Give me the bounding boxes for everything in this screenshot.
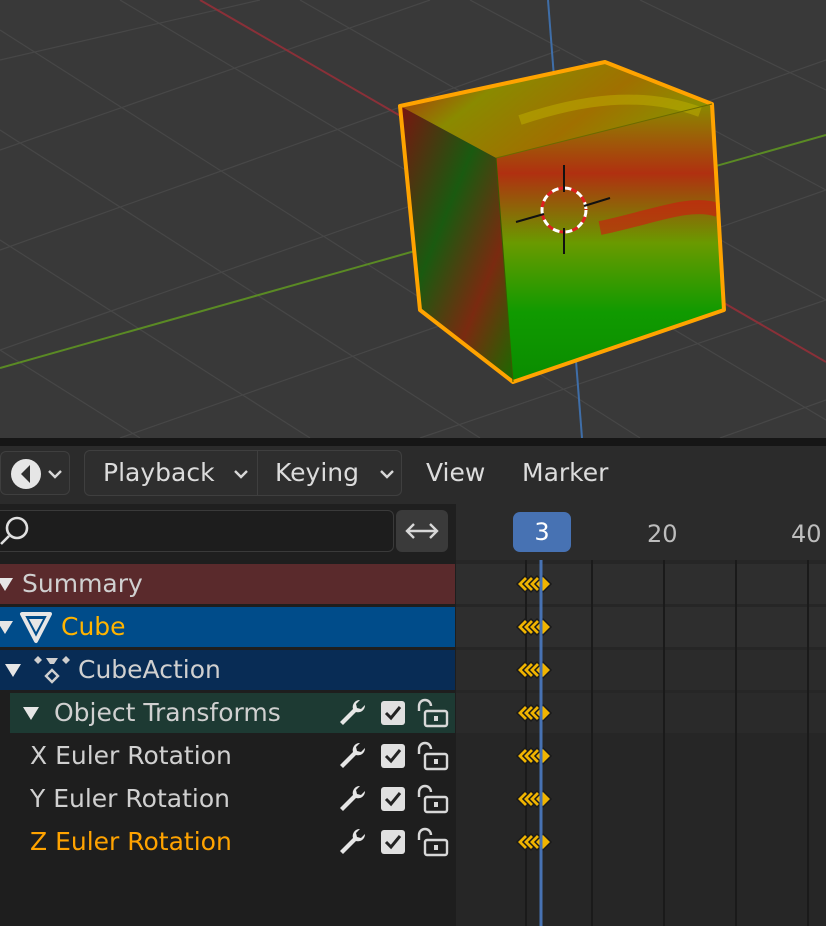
current-frame-indicator[interactable]: 3	[513, 512, 571, 552]
channel-fcurve-x-euler-rotation[interactable]: X Euler Rotation	[0, 736, 455, 776]
tick-label-20: 20	[647, 520, 678, 548]
channel-label: Summary	[22, 569, 143, 598]
menu-group: Playback Keying	[84, 450, 402, 496]
area-divider[interactable]	[0, 438, 826, 446]
channel-object-cube[interactable]: Cube	[0, 607, 455, 647]
checkbox-icon[interactable]	[380, 700, 406, 726]
channel-group-object-transforms[interactable]: Object Transforms	[10, 693, 455, 733]
frame-ruler[interactable]: 20 40	[456, 504, 826, 560]
3d-viewport[interactable]	[0, 0, 826, 438]
checkbox-icon[interactable]	[380, 829, 406, 855]
action-icon	[34, 656, 70, 684]
channel-label: Cube	[61, 612, 126, 641]
channel-label: Y Euler Rotation	[30, 784, 230, 813]
channel-search-row	[0, 504, 456, 560]
keyframe-canvas	[456, 560, 826, 926]
channel-label: Z Euler Rotation	[30, 827, 232, 856]
marker-menu[interactable]: Marker	[522, 451, 608, 495]
tick-label-40: 40	[791, 520, 822, 548]
expand-triangle-icon[interactable]	[4, 662, 22, 678]
playback-menu[interactable]: Playback	[103, 451, 215, 495]
menu-separator	[257, 451, 258, 495]
expand-triangle-icon[interactable]	[0, 576, 14, 592]
sync-visibility-button[interactable]	[396, 510, 448, 552]
channel-list: Summary Cube CubeAction Object Transform…	[0, 560, 456, 926]
channel-label: Object Transforms	[54, 698, 281, 727]
keying-menu-label: Keying	[275, 458, 359, 487]
unlock-icon[interactable]	[415, 783, 451, 815]
chevron-down-icon	[234, 470, 248, 479]
channel-action[interactable]: CubeAction	[0, 650, 455, 690]
wrench-icon[interactable]	[336, 783, 368, 815]
checkbox-icon[interactable]	[380, 743, 406, 769]
unlock-icon[interactable]	[415, 697, 451, 729]
view-menu-label: View	[426, 458, 486, 487]
dopesheet-timeline[interactable]: 20 40 3	[456, 504, 826, 926]
wrench-icon[interactable]	[336, 740, 368, 772]
channel-label: X Euler Rotation	[30, 741, 232, 770]
wrench-icon[interactable]	[336, 697, 368, 729]
unlock-icon[interactable]	[415, 740, 451, 772]
playback-menu-label: Playback	[103, 458, 215, 487]
channel-fcurve-z-euler-rotation[interactable]: Z Euler Rotation	[0, 822, 455, 862]
keying-menu[interactable]: Keying	[275, 451, 359, 495]
expand-triangle-icon[interactable]	[22, 705, 40, 721]
expand-triangle-icon[interactable]	[0, 619, 14, 635]
wrench-icon[interactable]	[336, 826, 368, 858]
search-input[interactable]	[0, 510, 394, 552]
marker-menu-label: Marker	[522, 458, 609, 487]
channel-summary[interactable]: Summary	[0, 564, 455, 604]
viewport-scene	[0, 0, 826, 438]
cube-mesh	[398, 60, 726, 384]
checkbox-icon[interactable]	[380, 786, 406, 812]
search-icon	[0, 516, 29, 545]
dopesheet-header: Playback Keying View Marker	[0, 446, 826, 504]
view-menu[interactable]: View	[426, 451, 485, 495]
channel-label: CubeAction	[78, 655, 221, 684]
chevron-down-icon	[380, 470, 394, 479]
unlock-icon[interactable]	[415, 826, 451, 858]
editor-type-button[interactable]	[0, 451, 70, 495]
mesh-object-icon	[20, 612, 52, 643]
channel-fcurve-y-euler-rotation[interactable]: Y Euler Rotation	[0, 779, 455, 819]
dope-sheet-icon	[11, 459, 62, 489]
left-right-arrows-icon	[405, 523, 439, 539]
